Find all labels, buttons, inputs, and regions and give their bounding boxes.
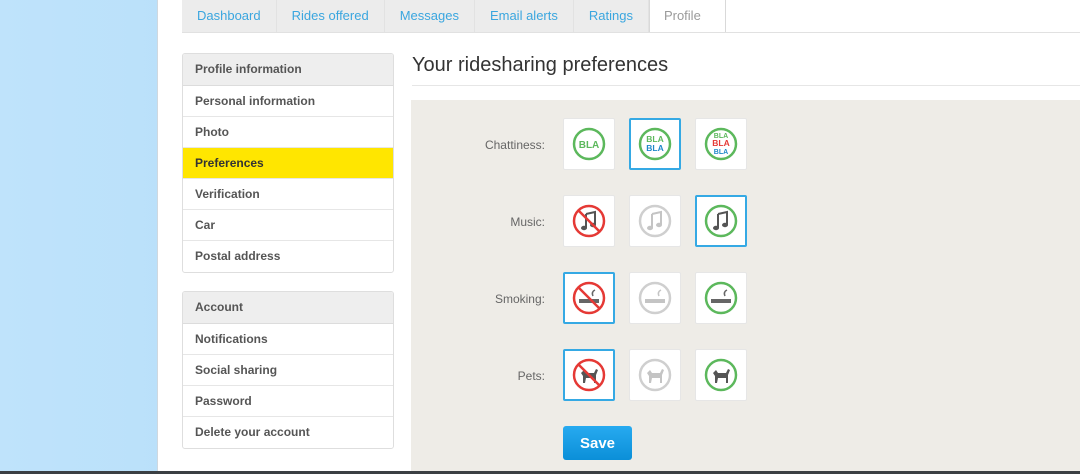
profile-tabs: Dashboard Rides offered Messages Email a…: [182, 0, 726, 33]
bla-icon: BLA: [572, 127, 606, 161]
save-button[interactable]: Save: [563, 426, 632, 460]
sidebar-item-postal-address[interactable]: Postal address: [183, 241, 393, 272]
pets-option-no[interactable]: [563, 349, 615, 401]
tab-messages[interactable]: Messages: [384, 0, 475, 33]
smoking-option-yes[interactable]: [695, 272, 747, 324]
pref-row-chattiness: Chattiness: BLA BLA BLA BLA BLA BLA: [411, 118, 1080, 172]
sidebar-item-photo[interactable]: Photo: [183, 117, 393, 148]
svg-text:BLA: BLA: [579, 140, 600, 151]
chattiness-option-bla-bla-bla[interactable]: BLA BLA BLA: [695, 118, 747, 170]
sidebar-item-personal-information[interactable]: Personal information: [183, 86, 393, 117]
pref-row-smoking: Smoking:: [411, 272, 1080, 326]
no-smoking-icon: [572, 281, 606, 315]
sidebar-heading-profile: Profile information: [183, 54, 393, 86]
tab-dashboard[interactable]: Dashboard: [182, 0, 277, 33]
pref-label-music: Music:: [510, 215, 545, 229]
pref-label-chattiness: Chattiness:: [484, 138, 545, 152]
sidebar-profile-group: Profile information Personal information…: [182, 53, 394, 273]
preferences-panel: Chattiness: BLA BLA BLA BLA BLA BLA Musi…: [411, 100, 1080, 474]
sidebar-item-password[interactable]: Password: [183, 386, 393, 417]
sidebar-item-delete-account[interactable]: Delete your account: [183, 417, 393, 448]
pets-icon: [704, 358, 738, 392]
smoking-option-maybe[interactable]: [629, 272, 681, 324]
sidebar-item-verification[interactable]: Verification: [183, 179, 393, 210]
page-title: Your ridesharing preferences: [412, 54, 669, 76]
sidebar-item-preferences[interactable]: Preferences: [183, 148, 393, 179]
pets-option-maybe[interactable]: [629, 349, 681, 401]
no-music-icon: [572, 204, 606, 238]
pets-maybe-icon: [638, 358, 672, 392]
pref-row-pets: Pets:: [411, 349, 1080, 403]
sidebar-account-group: Account Notifications Social sharing Pas…: [182, 291, 394, 449]
sidebar-item-social-sharing[interactable]: Social sharing: [183, 355, 393, 386]
music-icon: [704, 204, 738, 238]
svg-text:BLA: BLA: [714, 149, 728, 156]
music-option-no[interactable]: [563, 195, 615, 247]
bla-bla-bla-icon: BLA BLA BLA: [704, 127, 738, 161]
svg-text:BLA: BLA: [712, 138, 729, 148]
tab-rides-offered[interactable]: Rides offered: [276, 0, 385, 33]
smoking-option-no[interactable]: [563, 272, 615, 324]
pref-label-pets: Pets:: [517, 369, 545, 383]
svg-text:BLA: BLA: [646, 143, 663, 153]
pref-label-smoking: Smoking:: [494, 292, 545, 306]
tab-email-alerts[interactable]: Email alerts: [474, 0, 574, 33]
tabs-divider: [182, 32, 1080, 33]
music-maybe-icon: [638, 204, 672, 238]
tab-ratings[interactable]: Ratings: [573, 0, 649, 33]
chattiness-option-bla[interactable]: BLA: [563, 118, 615, 170]
no-pets-icon: [572, 358, 606, 392]
smoking-icon: [704, 281, 738, 315]
tab-profile[interactable]: Profile: [648, 0, 726, 33]
page: Dashboard Rides offered Messages Email a…: [157, 0, 1080, 474]
sidebar-heading-account: Account: [183, 292, 393, 324]
chattiness-option-bla-bla[interactable]: BLA BLA: [629, 118, 681, 170]
title-divider: [412, 85, 1080, 86]
pref-row-music: Music:: [411, 195, 1080, 249]
smoking-maybe-icon: [638, 281, 672, 315]
pets-option-yes[interactable]: [695, 349, 747, 401]
music-option-yes[interactable]: [695, 195, 747, 247]
sidebar-item-car[interactable]: Car: [183, 210, 393, 241]
music-option-maybe[interactable]: [629, 195, 681, 247]
bla-bla-icon: BLA BLA: [638, 127, 672, 161]
sidebar-item-notifications[interactable]: Notifications: [183, 324, 393, 355]
